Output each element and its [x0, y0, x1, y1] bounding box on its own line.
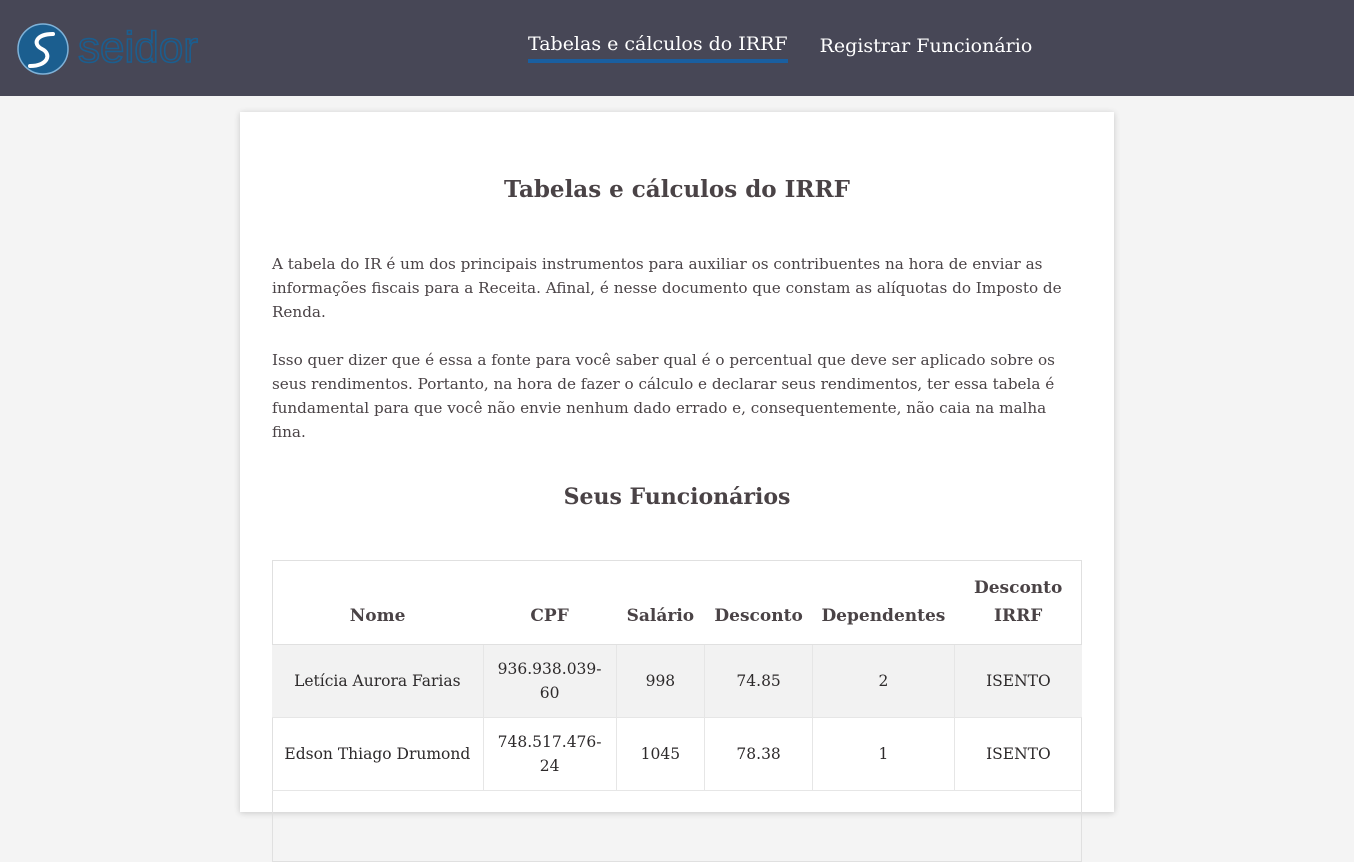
table-header-row: Nome CPF Salário Desconto Dependentes De… — [272, 560, 1082, 645]
column-header-nome: Nome — [272, 560, 484, 645]
cell-nome: Edson Thiago Drumond — [272, 717, 484, 791]
svg-text:seidor: seidor — [78, 23, 198, 72]
main-nav: Tabelas e cálculos do IRRF Registrar Fun… — [528, 33, 1032, 63]
cell-cpf: 748.517.476-24 — [482, 717, 617, 791]
intro-paragraph-1: A tabela do IR é um dos principais instr… — [272, 255, 1062, 321]
cell-desconto-irrf: ISENTO — [953, 717, 1082, 791]
page-title: Tabelas e cálculos do IRRF — [504, 176, 850, 203]
cell-dependentes: 1 — [812, 717, 955, 791]
column-header-cpf: CPF — [483, 560, 617, 645]
employees-table: Nome CPF Salário Desconto Dependentes De… — [272, 560, 1082, 791]
cell-nome: Letícia Aurora Farias — [272, 644, 484, 718]
column-header-dependentes: Dependentes — [812, 560, 955, 645]
column-header-desconto-irrf: Desconto IRRF — [954, 560, 1082, 645]
cell-salario: 1045 — [615, 717, 705, 791]
nav-tab-register-employee[interactable]: Registrar Funcionário — [820, 35, 1033, 63]
cell-desconto: 74.85 — [704, 644, 813, 718]
table-row: Edson Thiago Drumond 748.517.476-24 1045… — [272, 717, 1082, 791]
intro-paragraph-2: Isso quer dizer que é essa a fonte para … — [272, 351, 1055, 441]
table-row: Letícia Aurora Farias 936.938.039-60 998… — [272, 644, 1082, 718]
top-navbar: seidor Tabelas e cálculos do IRRF Regist… — [0, 0, 1354, 96]
cell-cpf: 936.938.039-60 — [482, 644, 617, 718]
seidor-logo[interactable]: seidor — [16, 22, 226, 78]
cell-desconto-irrf: ISENTO — [953, 644, 1082, 718]
cell-dependentes: 2 — [812, 644, 955, 718]
content-card: Tabelas e cálculos do IRRF A tabela do I… — [240, 112, 1114, 862]
cell-desconto: 78.38 — [704, 717, 813, 791]
column-header-salario: Salário — [616, 560, 705, 645]
employees-title: Seus Funcionários — [563, 484, 791, 510]
cell-salario: 998 — [615, 644, 705, 718]
nav-tab-irrf-tables[interactable]: Tabelas e cálculos do IRRF — [528, 33, 788, 63]
column-header-desconto: Desconto — [704, 560, 813, 645]
